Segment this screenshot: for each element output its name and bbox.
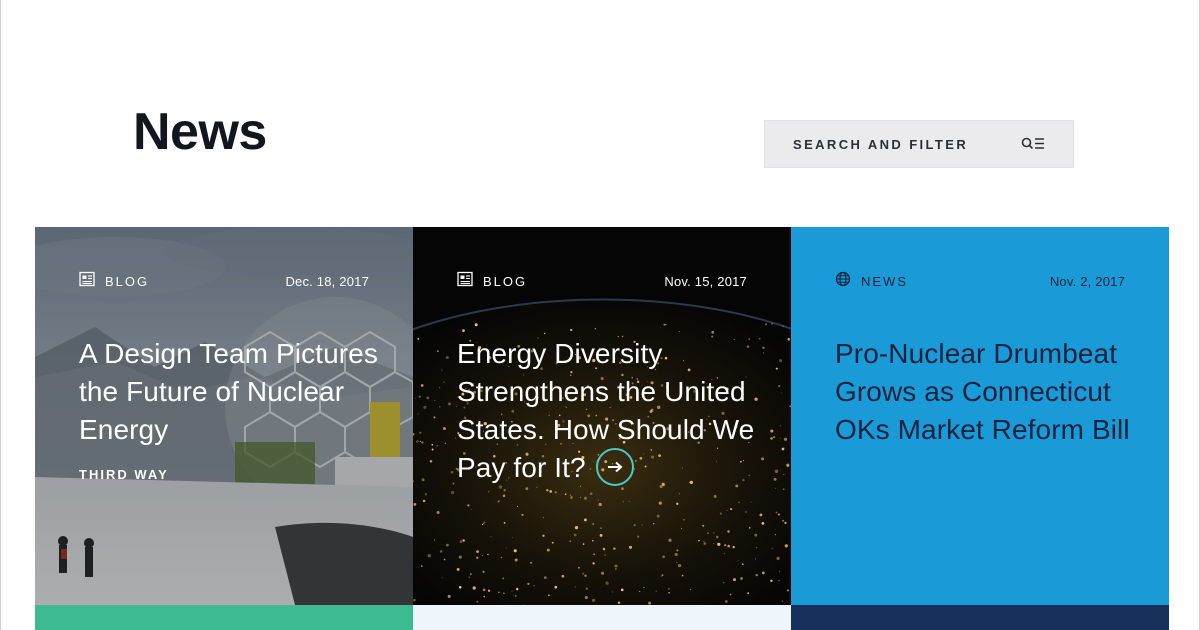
newspaper-icon	[457, 271, 473, 292]
card-date: Nov. 2, 2017	[1049, 273, 1125, 289]
news-card-grid: BLOG Dec. 18, 2017 A Design Team Picture…	[35, 227, 1169, 630]
newspaper-icon	[79, 271, 95, 292]
search-and-filter-button[interactable]: SEARCH AND FILTER	[764, 120, 1074, 168]
card-meta: BLOG Nov. 15, 2017	[457, 271, 747, 291]
news-card[interactable]: BLOG Nov. 15, 2017 Energy Diversity Stre…	[413, 227, 791, 630]
card-headline[interactable]: A Design Team Pictures the Future of Nuc…	[79, 335, 379, 449]
news-card[interactable]: BLOG Dec. 18, 2017 A Design Team Picture…	[35, 227, 413, 630]
card-strip	[791, 605, 1169, 630]
search-label: SEARCH AND FILTER	[793, 136, 969, 152]
card-meta: NEWS Nov. 2, 2017	[835, 271, 1125, 291]
card-date: Nov. 15, 2017	[664, 273, 747, 289]
card-date: Dec. 18, 2017	[285, 273, 369, 289]
card-type: BLOG	[105, 273, 150, 289]
arrow-right-icon[interactable]	[595, 447, 634, 486]
card-headline[interactable]: Pro-Nuclear Drumbeat Grows as Connecticu…	[835, 335, 1135, 449]
page: News SEARCH AND FILTER BLOG Dec. 18, 201…	[0, 0, 1200, 630]
card-type: BLOG	[483, 273, 528, 289]
card-headline[interactable]: Energy Diversity Strengthens the United …	[457, 335, 757, 489]
card-source: THIRD WAY	[79, 467, 169, 482]
search-filter-icon	[1021, 137, 1045, 151]
card-type: NEWS	[861, 273, 908, 289]
card-meta: BLOG Dec. 18, 2017	[79, 271, 369, 291]
news-card[interactable]: NEWS Nov. 2, 2017 Pro-Nuclear Drumbeat G…	[791, 227, 1169, 630]
card-strip	[35, 605, 413, 630]
globe-icon	[835, 271, 851, 292]
card-strip	[413, 605, 791, 630]
page-title: News	[133, 103, 267, 161]
